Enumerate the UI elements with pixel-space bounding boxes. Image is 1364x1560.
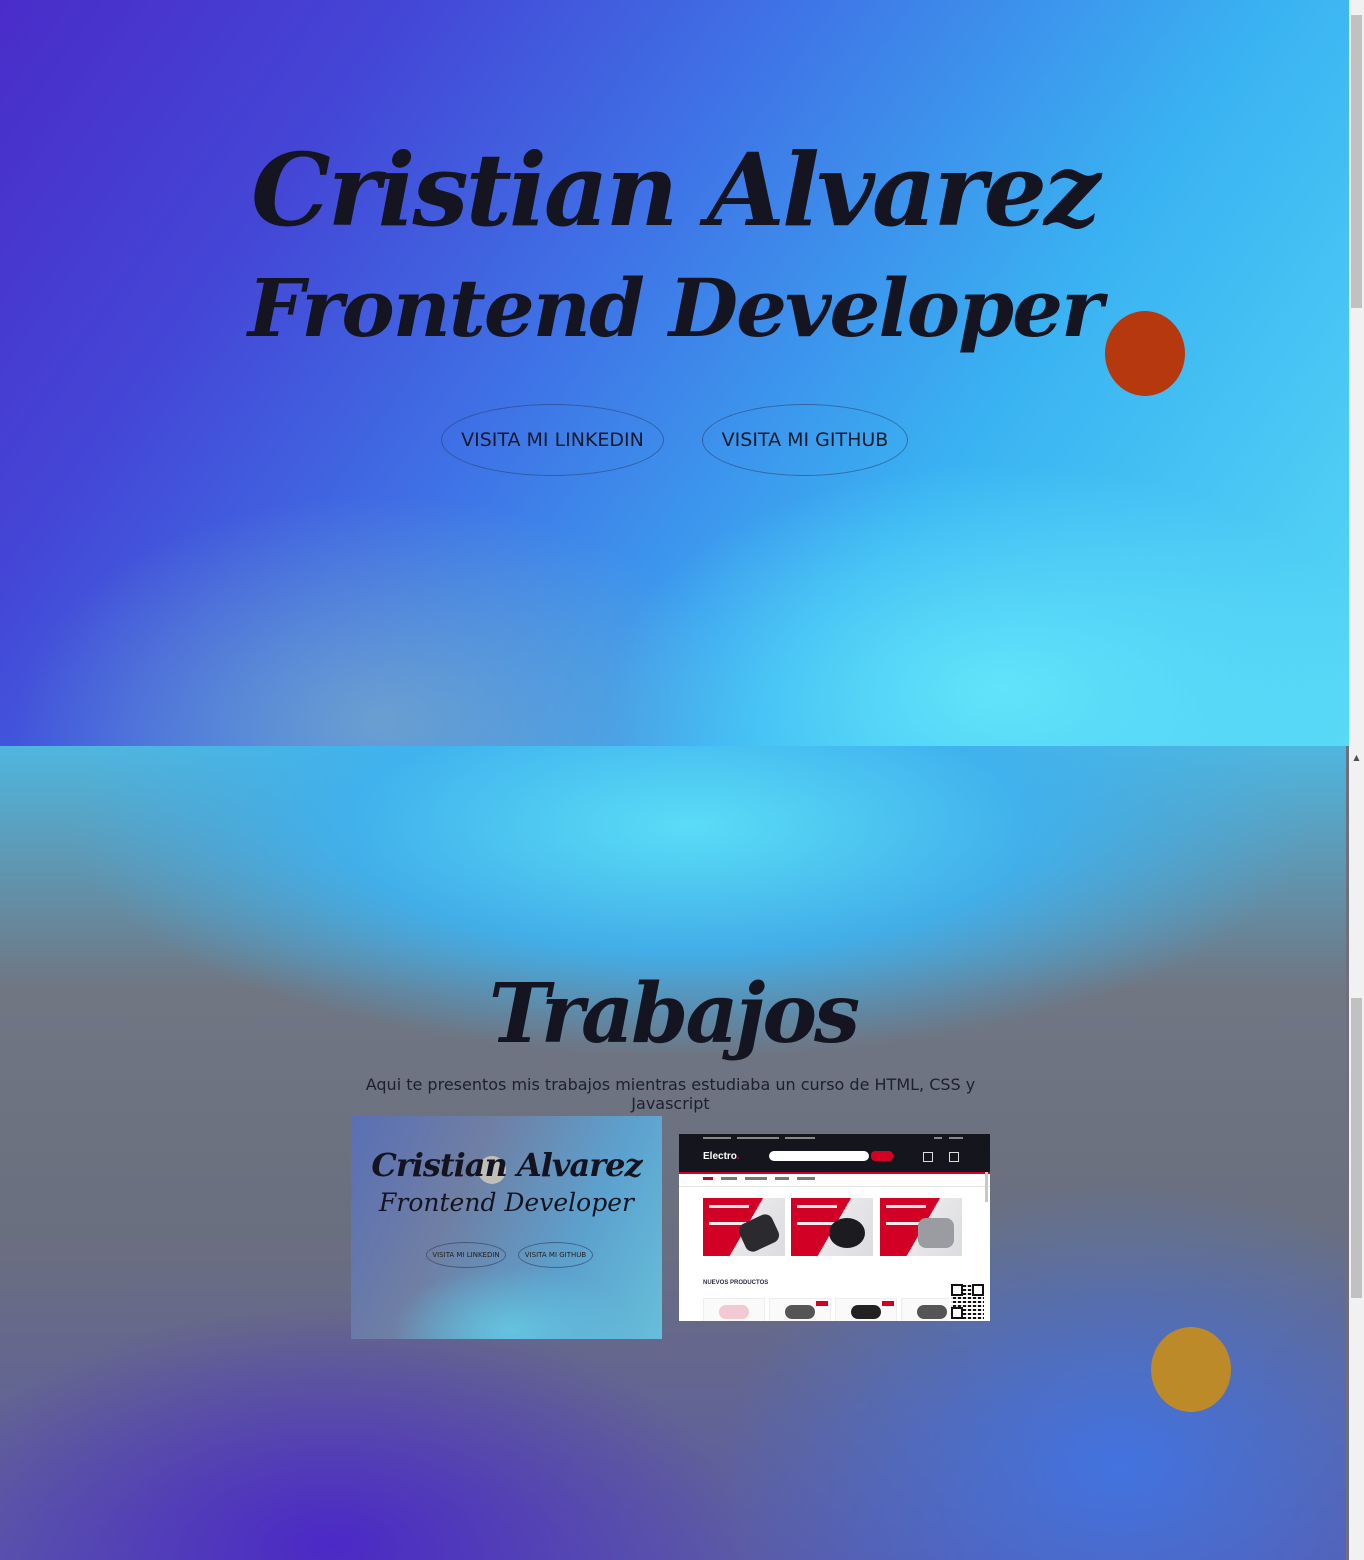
decorative-red-circle: [1105, 311, 1185, 396]
electro-logo: Electro.: [703, 1151, 740, 1162]
decorative-gold-circle: [1151, 1327, 1231, 1412]
wishlist-icon: [923, 1152, 933, 1162]
thumbnail-github-button: VISITA MI GITHUB: [518, 1242, 593, 1268]
scrollbar-thumb-secondary[interactable]: [1351, 998, 1362, 1298]
electro-nav: [703, 1177, 815, 1183]
electro-collection-cameras: [880, 1198, 962, 1256]
project-thumbnail-electro[interactable]: Electro. NUEVOS PRODUCTOS: [679, 1134, 990, 1321]
electro-product-row: [679, 1294, 990, 1321]
qr-code-icon: [949, 1282, 986, 1321]
electro-top-bar: [679, 1134, 990, 1142]
electro-nav-divider: [679, 1186, 990, 1187]
thumbnail-linkedin-button: VISITA MI LINKEDIN: [426, 1242, 506, 1268]
hero-name: Cristian Alvarez: [251, 131, 1101, 249]
linkedin-button[interactable]: VISITA MI LINKEDIN: [441, 404, 664, 476]
electro-search-button: [871, 1151, 893, 1161]
works-section: Trabajos Aqui te presentos mis trabajos …: [0, 746, 1346, 1560]
electro-collection-notebook: [703, 1198, 785, 1256]
electro-header: Electro.: [679, 1142, 990, 1172]
cart-icon: [949, 1152, 959, 1162]
page-scrollbar[interactable]: ▲: [1349, 0, 1364, 1560]
scrollbar-thumb[interactable]: [1351, 15, 1362, 308]
works-title: Trabajos: [488, 966, 860, 1062]
project-thumbnail-portfolio[interactable]: Cristian Alvarez Frontend Developer VISI…: [351, 1116, 662, 1339]
electro-collection-accessories: [791, 1198, 873, 1256]
electro-search-bar: [769, 1151, 869, 1161]
thumbnail-name: Cristian Alvarez: [371, 1146, 642, 1184]
electro-section-title: NUEVOS PRODUCTOS: [703, 1280, 769, 1286]
electro-divider: [679, 1172, 990, 1174]
works-description: Aqui te presentos mis trabajos mientras …: [365, 1075, 976, 1113]
scroll-up-icon[interactable]: ▲: [1349, 750, 1364, 765]
thumbnail-role: Frontend Developer: [379, 1188, 634, 1217]
electro-scrollbar: [985, 1172, 988, 1202]
hero-section: Cristian Alvarez Frontend Developer VISI…: [0, 0, 1349, 746]
github-button[interactable]: VISITA MI GITHUB: [702, 404, 908, 476]
